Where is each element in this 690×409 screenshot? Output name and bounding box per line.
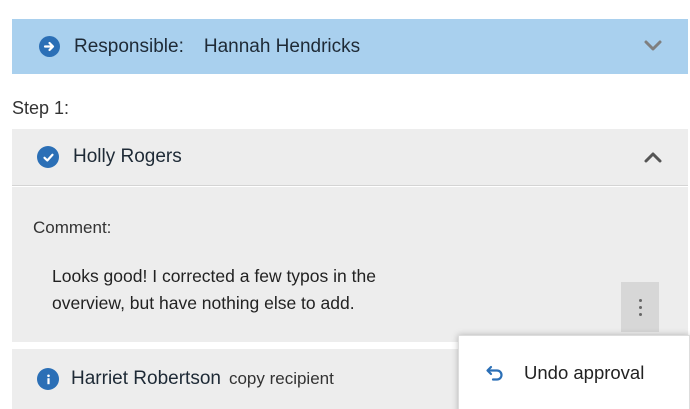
undo-approval-label: Undo approval [524,362,645,383]
chevron-up-icon[interactable] [642,148,664,166]
comment-text: Looks good! I corrected a few typos in t… [52,263,552,317]
responsible-label: Responsible: [74,35,184,57]
approval-workflow-panel: Responsible: Hannah Hendricks Step 1: Ho… [0,0,690,409]
undo-approval-menu-item[interactable]: Undo approval [459,354,690,392]
context-menu: Undo approval [458,335,690,409]
copy-recipient-name: Harriet Robertson [71,368,221,389]
responsible-header[interactable]: Responsible: Hannah Hendricks [12,19,688,74]
responsible-name: Hannah Hendricks [203,35,361,57]
approver-comment-panel: Comment: Looks good! I corrected a few t… [12,187,688,342]
copy-recipient-role: copy recipient [228,369,334,388]
more-options-button[interactable] [621,282,659,332]
undo-icon [485,364,505,382]
check-circle-icon [37,146,59,168]
comment-line: overview, but have nothing else to add. [52,293,355,313]
arrow-right-circle-icon [39,36,60,57]
comment-label: Comment: [33,218,112,237]
approver-header[interactable]: Holly Rogers [12,129,688,186]
comment-line: Looks good! I corrected a few typos in t… [52,266,376,286]
approver-name: Holly Rogers [73,146,182,167]
info-circle-icon [37,368,59,390]
chevron-down-icon[interactable] [642,37,664,55]
step-label: Step 1: [12,98,70,118]
vertical-ellipsis-icon [638,298,642,302]
